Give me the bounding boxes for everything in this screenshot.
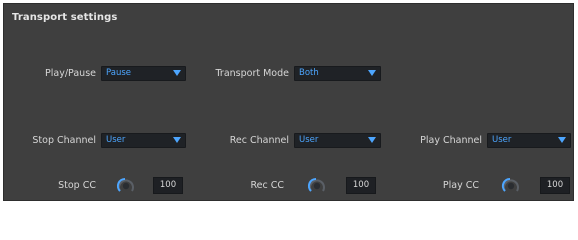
play-cc-label: Play CC [442, 180, 479, 191]
rec-cc-value[interactable]: 100 [346, 177, 376, 194]
transport-mode-dropdown[interactable]: Both [294, 66, 381, 81]
stop-cc-knob[interactable] [116, 176, 136, 196]
play-channel-value: User [492, 135, 512, 145]
transport-mode-value: Both [299, 68, 319, 78]
play-pause-dropdown[interactable]: Pause [101, 66, 186, 81]
transport-mode-label: Transport Mode [215, 68, 289, 79]
stop-channel-dropdown[interactable]: User [101, 133, 186, 148]
chevron-down-icon [368, 70, 376, 76]
rec-cc-knob[interactable] [307, 176, 327, 196]
stop-channel-value: User [106, 135, 126, 145]
play-cc-knob[interactable] [501, 176, 521, 196]
stop-channel-label: Stop Channel [32, 135, 96, 146]
play-pause-label: Play/Pause [45, 68, 96, 79]
rec-channel-label: Rec Channel [229, 135, 289, 146]
chevron-down-icon [173, 137, 181, 143]
chevron-down-icon [558, 137, 566, 143]
play-channel-label: Play Channel [420, 135, 482, 146]
stop-cc-label: Stop CC [58, 180, 96, 191]
play-pause-value: Pause [106, 68, 131, 78]
stop-cc-value[interactable]: 100 [153, 177, 183, 194]
rec-channel-value: User [299, 135, 319, 145]
play-channel-dropdown[interactable]: User [487, 133, 571, 148]
rec-channel-dropdown[interactable]: User [294, 133, 381, 148]
panel-title: Transport settings [12, 12, 118, 23]
rec-cc-label: Rec CC [250, 180, 284, 191]
chevron-down-icon [368, 137, 376, 143]
chevron-down-icon [173, 70, 181, 76]
transport-settings-panel: Transport settings Play/Pause Pause Tran… [3, 3, 574, 201]
play-cc-value[interactable]: 100 [540, 177, 570, 194]
